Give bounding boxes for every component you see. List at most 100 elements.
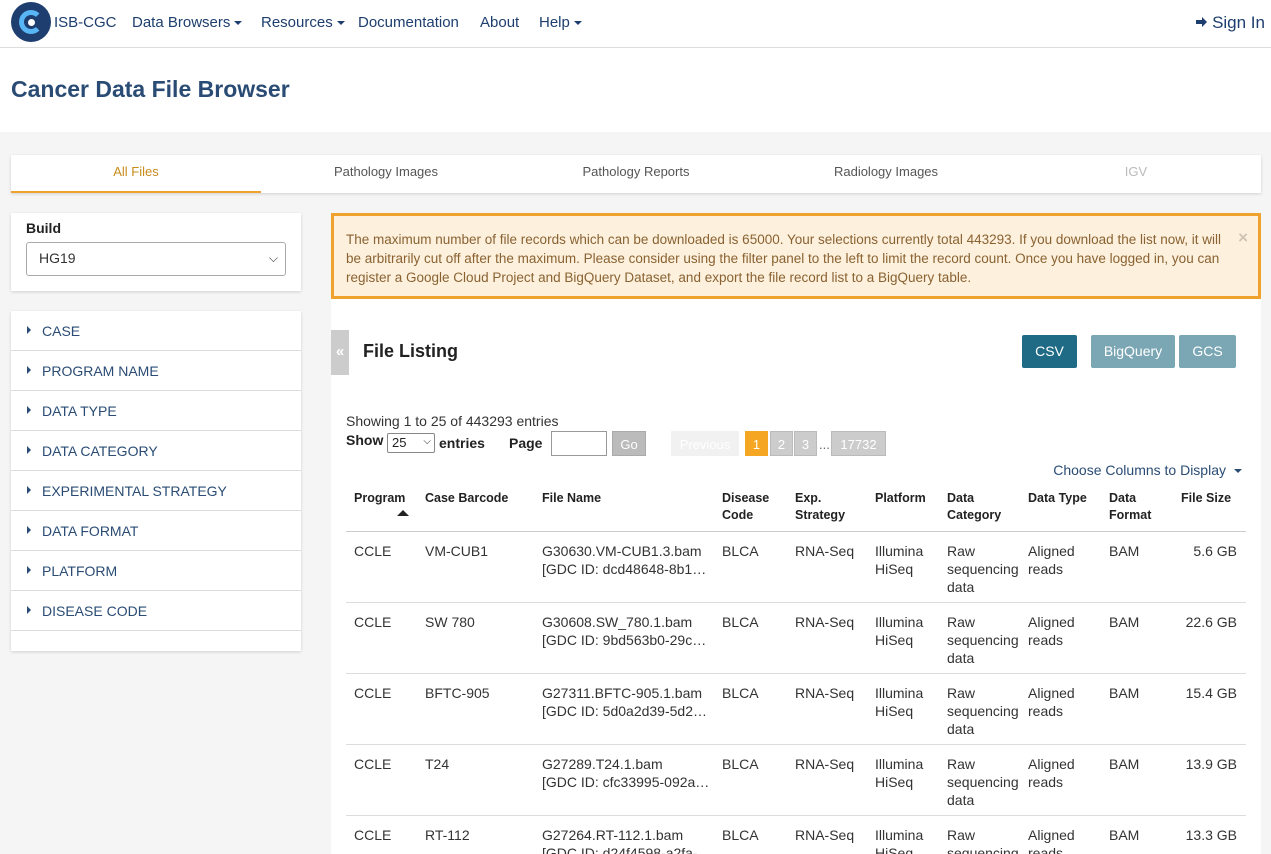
file-name: G30608.SW_780.1.bam (542, 614, 693, 630)
pagination-page-2[interactable]: 2 (770, 431, 793, 456)
isb-cgc-logo-icon[interactable] (11, 2, 51, 42)
close-icon[interactable]: × (1238, 228, 1248, 247)
filter-platform[interactable]: PLATFORM (11, 551, 301, 591)
chevron-down-icon: ⌵ (268, 251, 278, 265)
table-row[interactable]: CCLE RT-112 G27264.RT-112.1.bam [GDC ID: … (346, 816, 1246, 854)
cell-data-type: Aligned reads (1028, 756, 1075, 790)
caret-down-icon (234, 21, 243, 26)
caret-right-icon (27, 406, 31, 414)
pagination-last-page[interactable]: 17732 (831, 431, 886, 456)
csv-button[interactable]: CSV (1022, 335, 1077, 368)
listing-title: File Listing (363, 341, 459, 361)
file-name: G27311.BFTC-905.1.bam (542, 685, 703, 701)
cell-program: CCLE (354, 685, 392, 701)
pagination-page-3[interactable]: 3 (794, 431, 817, 456)
col-header-data-format[interactable]: Data Format (1109, 490, 1157, 524)
cell-exp-strategy: RNA-Seq (795, 543, 855, 559)
caret-right-icon (27, 526, 31, 534)
cell-platform: Illumina HiSeq (875, 827, 924, 854)
col-header-data-type[interactable]: Data Type (1028, 490, 1087, 507)
filter-data-format[interactable]: DATA FORMAT (11, 511, 301, 551)
gdc-id: [GDC ID: 9bd563b0-29cc-… (542, 632, 712, 648)
collapse-filters-button[interactable]: « (331, 330, 349, 375)
col-header-file-name[interactable]: File Name (542, 490, 601, 507)
col-header-case-barcode[interactable]: Case Barcode (425, 490, 508, 507)
cell-exp-strategy: RNA-Seq (795, 756, 855, 772)
brand-link[interactable]: ISB-CGC (54, 14, 117, 31)
file-name: G27264.RT-112.1.bam (542, 827, 684, 843)
table-row[interactable]: CCLE VM-CUB1 G30630.VM-CUB1.3.bam [GDC ID… (346, 532, 1246, 603)
filter-experimental-strategy[interactable]: EXPERIMENTAL STRATEGY (11, 471, 301, 511)
cell-data-type: Aligned reads (1028, 543, 1075, 577)
build-panel: Build HG19 ⌵ (11, 213, 301, 291)
double-chevron-left-icon: « (335, 343, 345, 360)
col-header-platform[interactable]: Platform (875, 490, 926, 507)
filter-case[interactable]: CASE (11, 311, 301, 351)
cell-file-size: 5.6 GB (1193, 543, 1237, 559)
cell-program: CCLE (354, 614, 392, 630)
filter-data-type[interactable]: DATA TYPE (11, 391, 301, 431)
showing-info: Showing 1 to 25 of 443293 entries (346, 413, 559, 429)
cell-program: CCLE (354, 756, 392, 772)
cell-data-category: Raw sequencing data (947, 614, 1019, 666)
caret-down-icon (336, 21, 345, 26)
cell-data-type: Aligned reads (1028, 614, 1075, 648)
filter-program-name[interactable]: PROGRAM NAME (11, 351, 301, 391)
tab-radiology-images[interactable]: Radiology Images (761, 155, 1011, 193)
pagination-previous: Previous (671, 431, 739, 456)
nav-resources[interactable]: Resources (261, 14, 345, 31)
cell-disease-code: BLCA (722, 685, 759, 701)
nav-about[interactable]: About (480, 14, 519, 31)
cell-exp-strategy: RNA-Seq (795, 827, 855, 843)
cell-program: CCLE (354, 827, 392, 843)
table-row[interactable]: CCLE SW 780 G30608.SW_780.1.bam [GDC ID: … (346, 603, 1246, 674)
cell-case-barcode[interactable]: T24 (425, 755, 449, 773)
cell-platform: Illumina HiSeq (875, 614, 924, 648)
caret-right-icon (27, 606, 31, 614)
gdc-id: [GDC ID: dcd48648-8b10… (542, 561, 712, 577)
nav-data-browsers[interactable]: Data Browsers (132, 14, 243, 31)
table-row[interactable]: CCLE BFTC-905 G27311.BFTC-905.1.bam [GDC … (346, 674, 1246, 745)
tab-pathology-images[interactable]: Pathology Images (261, 155, 511, 193)
cell-platform: Illumina HiSeq (875, 543, 924, 577)
col-header-exp-strategy[interactable]: Exp. Strategy (795, 490, 855, 524)
page-length-select[interactable]: 25 ⌵ (387, 433, 435, 453)
col-header-program[interactable]: Program (354, 490, 405, 507)
build-select[interactable]: HG19 ⌵ (26, 242, 286, 276)
filter-data-category[interactable]: DATA CATEGORY (11, 431, 301, 471)
choose-columns-dropdown[interactable]: Choose Columns to Display (1053, 462, 1242, 478)
download-limit-alert: The maximum number of file records which… (331, 213, 1261, 299)
gcs-button[interactable]: GCS (1179, 335, 1236, 368)
pagination-page-1[interactable]: 1 (745, 431, 768, 456)
cell-case-barcode[interactable]: SW 780 (425, 613, 475, 631)
caret-right-icon (27, 486, 31, 494)
page-number-input[interactable] (551, 431, 607, 456)
col-header-file-size[interactable]: File Size (1181, 490, 1231, 507)
filter-disease-code[interactable]: DISEASE CODE (11, 591, 301, 631)
cell-disease-code: BLCA (722, 756, 759, 772)
cell-exp-strategy: RNA-Seq (795, 685, 855, 701)
cell-data-format: BAM (1109, 543, 1140, 559)
bigquery-button[interactable]: BigQuery (1091, 335, 1175, 368)
cell-program: CCLE (354, 543, 392, 559)
cell-file-size: 15.4 GB (1185, 685, 1237, 701)
nav-documentation[interactable]: Documentation (358, 14, 459, 31)
cell-case-barcode[interactable]: RT-112 (425, 826, 470, 844)
page-label: Page (509, 435, 543, 451)
cell-case-barcode[interactable]: VM-CUB1 (425, 542, 488, 560)
table-row[interactable]: CCLE T24 G27289.T24.1.bam [GDC ID: cfc339… (346, 745, 1246, 816)
nav-help[interactable]: Help (539, 14, 582, 31)
cell-file-name: G30630.VM-CUB1.3.bam [GDC ID: dcd48648-8b… (542, 542, 712, 578)
tab-pathology-reports[interactable]: Pathology Reports (511, 155, 761, 193)
cell-case-barcode[interactable]: BFTC-905 (425, 684, 490, 702)
sign-in-link[interactable]: Sign In (1195, 13, 1265, 33)
col-header-data-category[interactable]: Data Category (947, 490, 1007, 524)
cell-data-type: Aligned reads (1028, 685, 1075, 719)
cell-file-name: G30608.SW_780.1.bam [GDC ID: 9bd563b0-29c… (542, 613, 712, 649)
go-button[interactable]: Go (612, 431, 646, 456)
cell-file-size: 22.6 GB (1185, 614, 1237, 630)
cell-file-name: G27264.RT-112.1.bam [GDC ID: d24f4598-a2f… (542, 826, 712, 854)
col-header-disease-code[interactable]: Disease Code (722, 490, 777, 524)
tab-all-files[interactable]: All Files (11, 155, 261, 193)
cell-file-name: G27289.T24.1.bam [GDC ID: cfc33995-092a-… (542, 755, 712, 791)
